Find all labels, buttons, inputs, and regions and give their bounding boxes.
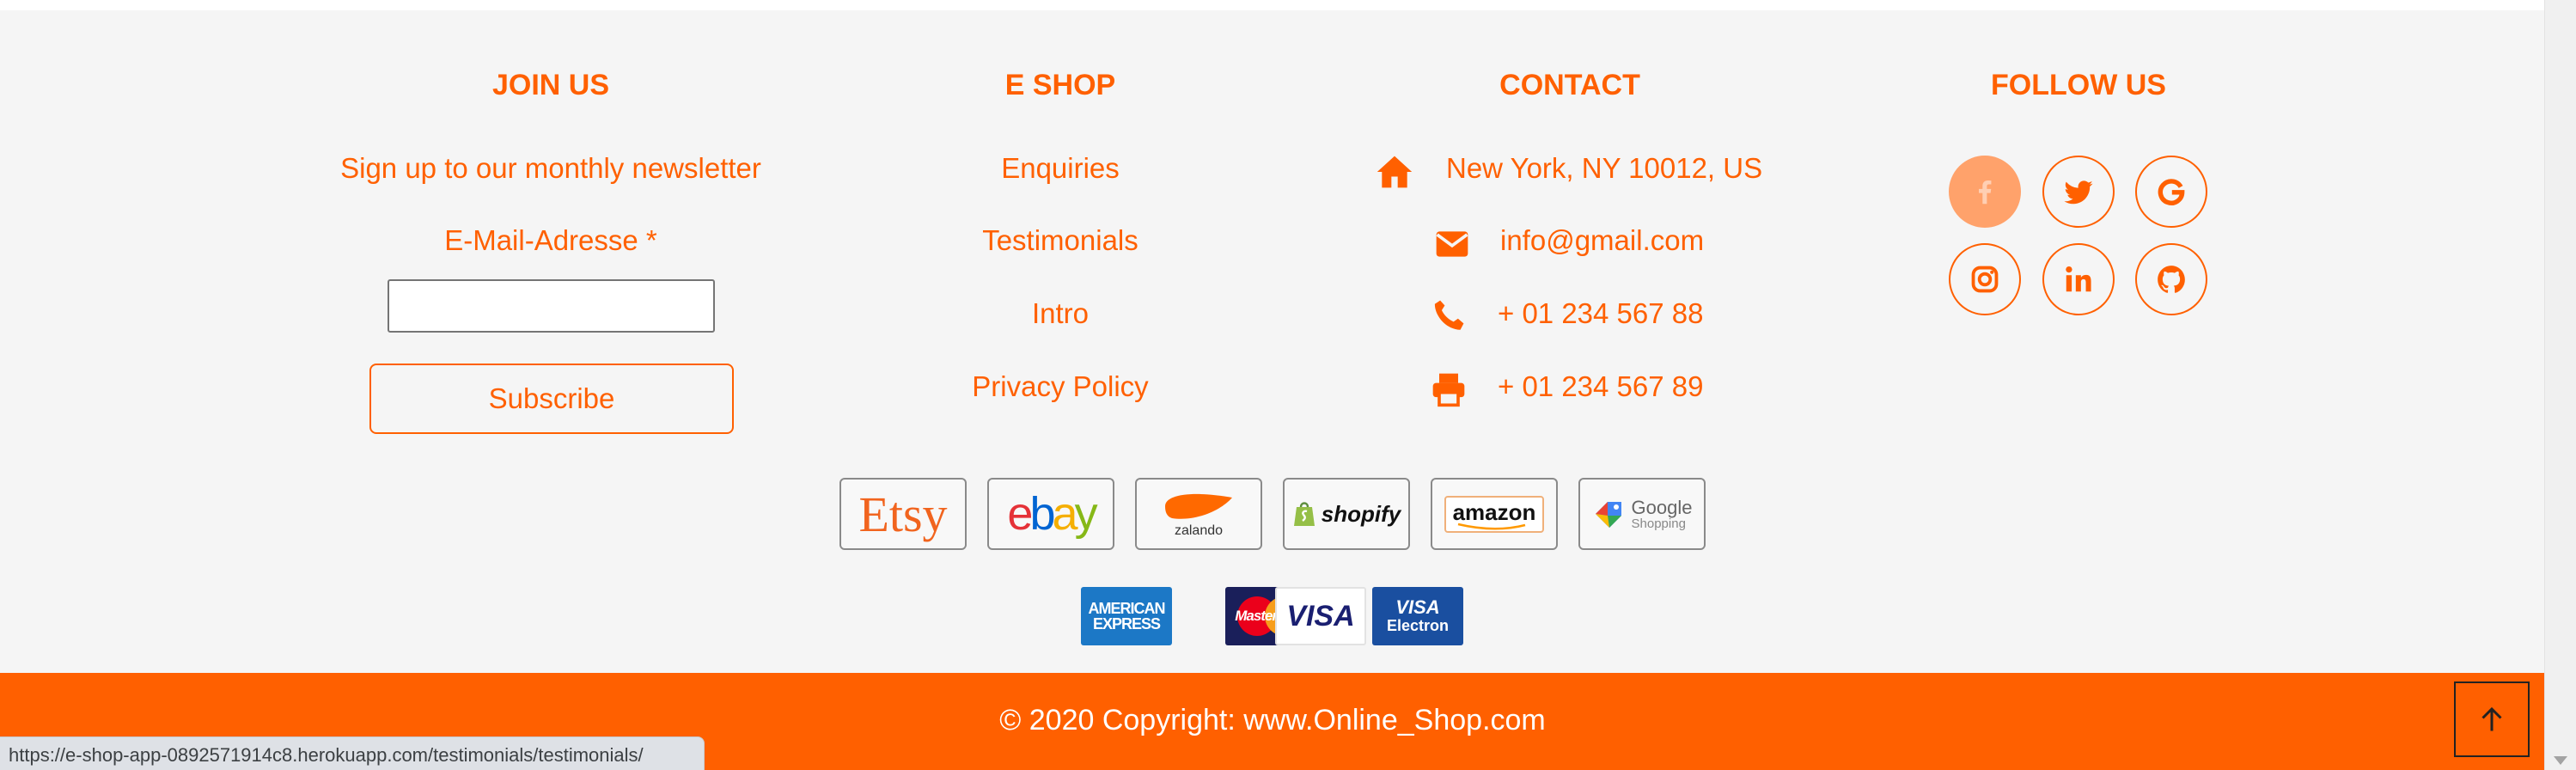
contact-address: New York, NY 10012, US — [1446, 152, 1763, 184]
etsy-logo[interactable]: Etsy — [839, 478, 967, 550]
subscribe-button[interactable]: Subscribe — [369, 364, 734, 434]
amazon-logo[interactable]: amazon — [1431, 478, 1558, 550]
back-to-top-button[interactable] — [2454, 681, 2530, 757]
zalando-shape-icon — [1165, 493, 1232, 519]
link-enquiries[interactable]: Enquiries — [845, 152, 1275, 185]
visa-electron-card: VISA Electron — [1372, 587, 1463, 645]
join-us-heading: JOIN US — [491, 69, 610, 101]
twitter-icon — [2064, 180, 2093, 205]
linkedin-button[interactable] — [2042, 243, 2115, 315]
google-icon — [2158, 179, 2185, 205]
google-shopping-tag-icon — [1595, 502, 1621, 528]
follow-us-heading: FOLLOW US — [1991, 69, 2166, 101]
arrow-up-icon — [2481, 706, 2502, 731]
print-icon — [1432, 373, 1465, 407]
linkedin-icon — [2066, 266, 2091, 292]
contact-heading: CONTACT — [1499, 69, 1640, 101]
instagram-icon — [1971, 266, 1999, 293]
phone-icon — [1434, 300, 1464, 330]
newsletter-text: Sign up to our monthly newsletter — [340, 152, 761, 184]
facebook-button[interactable] — [1949, 156, 2021, 228]
google-shopping-logo[interactable]: Google Shopping — [1578, 478, 1706, 550]
link-intro[interactable]: Intro — [845, 297, 1275, 330]
copyright-text: © 2020 Copyright: www.Online_Shop.com — [999, 704, 1546, 736]
google-button[interactable] — [2135, 156, 2207, 228]
twitter-button[interactable] — [2042, 156, 2115, 228]
ebay-logo[interactable]: ebay — [987, 478, 1114, 550]
github-button[interactable] — [2135, 243, 2207, 315]
contact-email: info@gmail.com — [1500, 224, 1705, 256]
link-privacy-policy[interactable]: Privacy Policy — [845, 370, 1275, 403]
instagram-button[interactable] — [1949, 243, 2021, 315]
eshop-heading: E SHOP — [1004, 69, 1116, 101]
contact-phone: + 01 234 567 88 — [1498, 297, 1704, 329]
page-top-edge — [0, 0, 2545, 10]
amazon-smile-icon — [1457, 522, 1525, 529]
amex-card: AMERICAN EXPRESS — [1081, 587, 1172, 645]
vertical-scrollbar[interactable] — [2544, 0, 2576, 770]
facebook-icon — [1979, 180, 1992, 205]
email-label: E-Mail-Adresse * — [444, 224, 657, 256]
link-testimonials[interactable]: Testimonials — [845, 224, 1275, 257]
contact-fax: + 01 234 567 89 — [1498, 370, 1704, 402]
visa-card: VISA — [1275, 587, 1366, 645]
home-icon — [1377, 156, 1413, 188]
github-icon — [2158, 266, 2185, 293]
zalando-logo[interactable]: zalando — [1135, 478, 1262, 550]
browser-status-url: https://e-shop-app-0892571914c8.herokuap… — [0, 736, 705, 770]
email-input[interactable] — [388, 279, 715, 333]
scroll-down-icon[interactable] — [2554, 756, 2567, 765]
envelope-icon — [1436, 231, 1468, 257]
shopify-bag-icon — [1293, 502, 1315, 526]
shopify-logo[interactable]: shopify — [1283, 478, 1410, 550]
